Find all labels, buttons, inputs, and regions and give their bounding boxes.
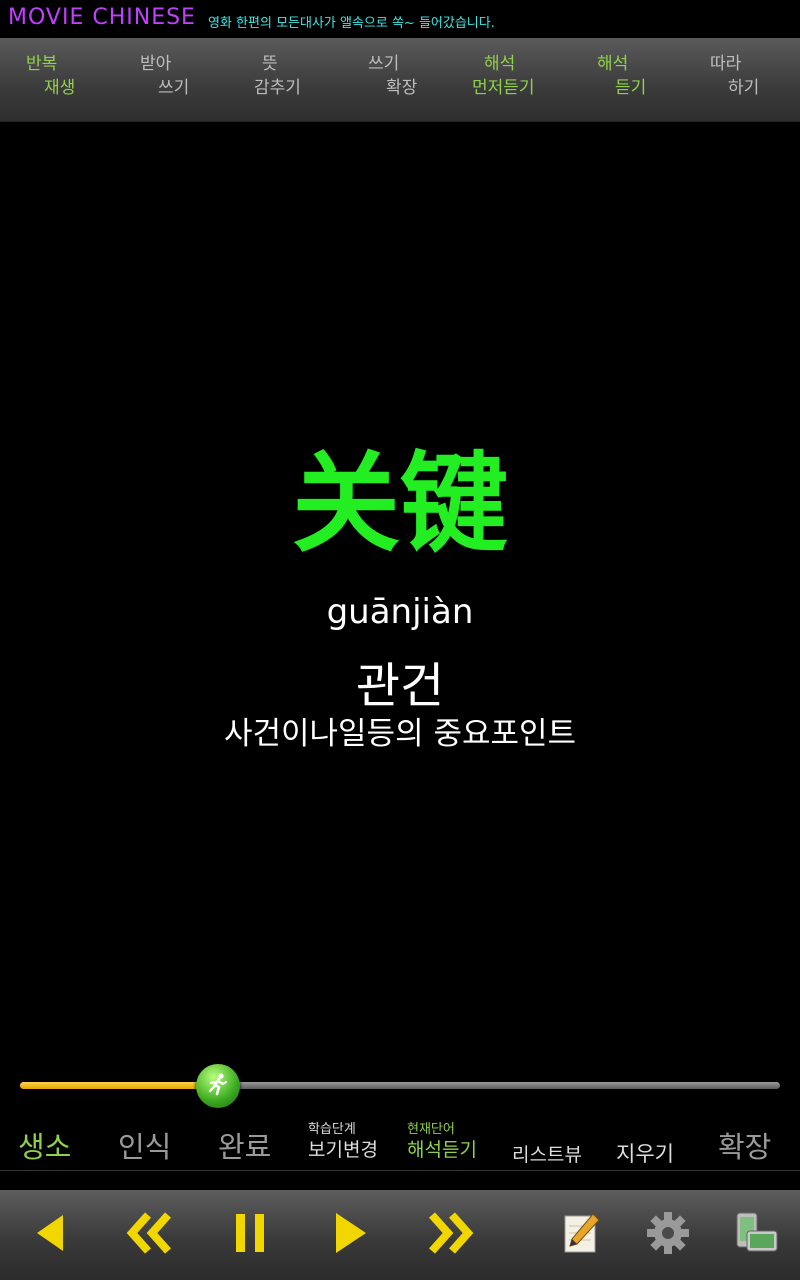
mode-hide-meaning-line1: 뜻 bbox=[262, 54, 278, 74]
status-done-button[interactable]: 완료 bbox=[218, 1124, 271, 1166]
playback-toolbar bbox=[0, 1190, 800, 1280]
mode-toolbar: 반복 재생 받아 쓰기 뜻 감추기 쓰기 확장 해석 먼저듣기 해석 듣기 따라… bbox=[0, 38, 800, 122]
mode-repeat-after[interactable]: 따라 하기 bbox=[710, 52, 790, 100]
double-chevron-left-icon bbox=[124, 1211, 176, 1259]
view-change-label-top: 학습단계 bbox=[308, 1122, 356, 1137]
listen-current-word-button[interactable]: 현재단어 해석듣기 bbox=[407, 1122, 477, 1162]
progress-thumb[interactable] bbox=[196, 1064, 240, 1108]
mode-listen-translation-line1: 해석 bbox=[597, 54, 629, 74]
phone-apps-icon bbox=[731, 1209, 781, 1261]
status-new-button[interactable]: 생소 bbox=[18, 1124, 71, 1166]
mode-dictation-line1: 받아 bbox=[140, 54, 172, 74]
view-change-button[interactable]: 학습단계 보기변경 bbox=[308, 1122, 378, 1162]
word-meaning: 사건이나일등의 중요포인트 bbox=[223, 716, 577, 752]
erase-button[interactable]: 지우기 bbox=[616, 1138, 674, 1168]
mode-repeat-play-line1: 반복 bbox=[26, 54, 58, 74]
progress-fill bbox=[20, 1082, 218, 1089]
chinese-word: 关键 bbox=[291, 442, 508, 567]
view-change-label-bottom: 보기변경 bbox=[308, 1139, 378, 1161]
progress-track[interactable] bbox=[20, 1082, 780, 1089]
pause-button[interactable] bbox=[220, 1210, 280, 1260]
play-icon bbox=[332, 1211, 368, 1259]
double-chevron-right-icon bbox=[424, 1211, 476, 1259]
mode-dictation[interactable]: 받아 쓰기 bbox=[140, 52, 250, 100]
mode-writing-expand-line1: 쓰기 bbox=[368, 54, 400, 74]
settings-button[interactable] bbox=[638, 1210, 698, 1260]
mode-writing-expand[interactable]: 쓰기 확장 bbox=[368, 52, 478, 100]
mode-dictation-line2: 쓰기 bbox=[158, 78, 190, 98]
listen-current-word-label-top: 현재단어 bbox=[407, 1122, 455, 1137]
runner-icon bbox=[205, 1071, 231, 1101]
triangle-left-icon bbox=[33, 1213, 67, 1257]
prev-button[interactable] bbox=[20, 1210, 80, 1260]
mode-listen-translation-first-line1: 해석 bbox=[484, 54, 516, 74]
pinyin: guānjiàn bbox=[326, 592, 474, 632]
gear-icon bbox=[645, 1210, 691, 1260]
learning-status-bar: 생소 인식 완료 학습단계 보기변경 현재단어 해석듣기 리스트뷰 지우기 확장 bbox=[0, 1118, 800, 1171]
app-tagline: 영화 한편의 모든대사가 앨속으로 쏙~ 들어갔습니다. bbox=[208, 16, 495, 31]
mode-hide-meaning-line2: 감추기 bbox=[254, 78, 301, 98]
app-title: MOVIE CHINESE bbox=[8, 5, 196, 30]
edit-button[interactable] bbox=[550, 1210, 610, 1260]
forward-button[interactable] bbox=[420, 1210, 480, 1260]
listen-current-word-label-bottom: 해석듣기 bbox=[407, 1139, 477, 1161]
list-view-button[interactable]: 리스트뷰 bbox=[512, 1140, 582, 1167]
status-recognized-button[interactable]: 인식 bbox=[118, 1124, 171, 1166]
pencil-notepad-icon bbox=[557, 1210, 603, 1260]
mode-listen-translation-first[interactable]: 해석 먼저듣기 bbox=[472, 52, 582, 100]
mode-repeat-play[interactable]: 반복 재생 bbox=[26, 52, 136, 100]
mode-repeat-after-line2: 하기 bbox=[728, 78, 760, 98]
rewind-button[interactable] bbox=[120, 1210, 180, 1260]
mode-repeat-play-line2: 재생 bbox=[44, 78, 76, 98]
app-header: MOVIE CHINESE 영화 한편의 모든대사가 앨속으로 쏙~ 들어갔습니… bbox=[0, 0, 800, 38]
mode-writing-expand-line2: 확장 bbox=[386, 78, 418, 98]
mode-listen-translation[interactable]: 해석 듣기 bbox=[597, 52, 707, 100]
mode-hide-meaning[interactable]: 뜻 감추기 bbox=[254, 52, 364, 100]
play-button[interactable] bbox=[320, 1210, 380, 1260]
mode-repeat-after-line1: 따라 bbox=[710, 54, 742, 74]
expand-button[interactable]: 확장 bbox=[718, 1124, 771, 1166]
pause-icon bbox=[233, 1212, 267, 1258]
korean-reading: 관건 bbox=[355, 658, 445, 714]
apps-button[interactable] bbox=[726, 1210, 786, 1260]
mode-listen-translation-line2: 듣기 bbox=[615, 78, 647, 98]
mode-listen-translation-first-line2: 먼저듣기 bbox=[472, 78, 535, 98]
